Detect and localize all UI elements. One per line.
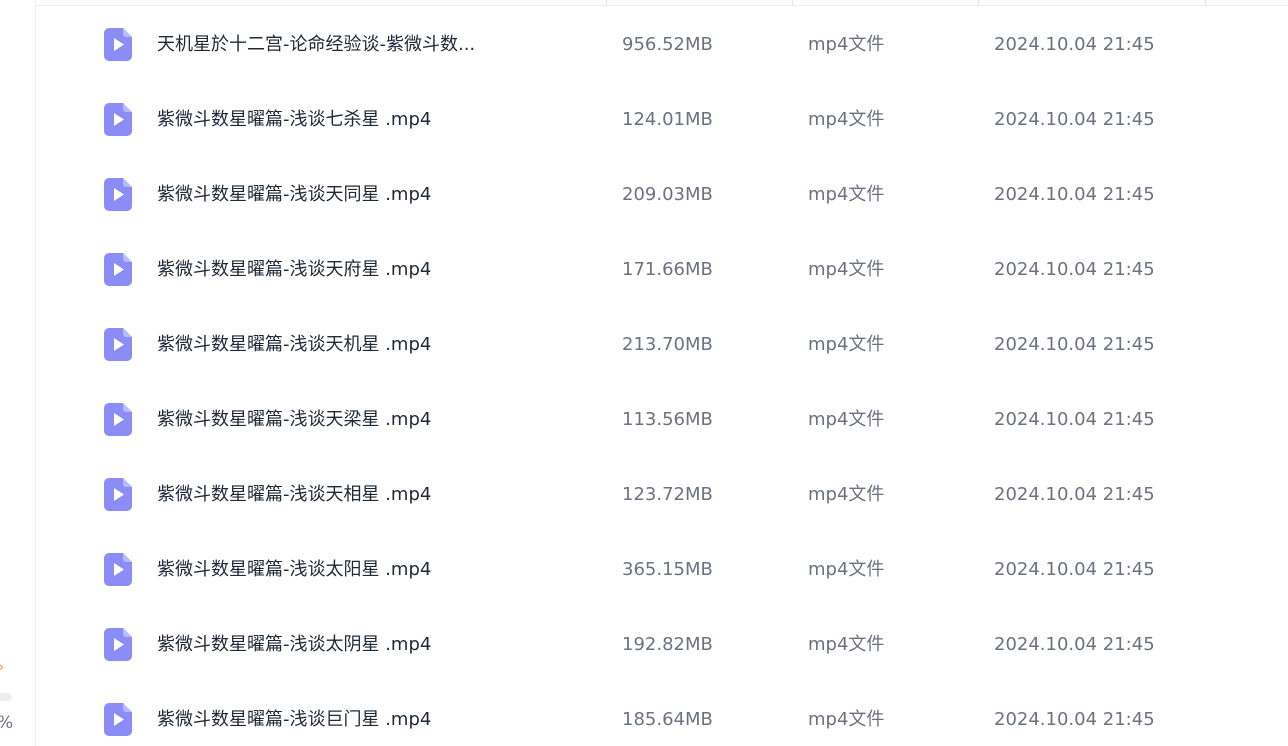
video-file-icon xyxy=(104,328,132,361)
file-type: mp4文件 xyxy=(808,34,885,55)
video-file-icon xyxy=(104,178,132,211)
file-name[interactable]: 紫微斗数星曜篇-浅谈天府星 .mp4 xyxy=(157,232,431,307)
file-size: 365.15MB xyxy=(622,559,713,580)
file-row[interactable]: 紫微斗数星曜篇-浅谈天机星 .mp4 213.70MB mp4文件 2024.1… xyxy=(36,307,1288,382)
file-name[interactable]: 紫微斗数星曜篇-浅谈天同星 .mp4 xyxy=(157,157,431,232)
file-size: 171.66MB xyxy=(622,259,713,280)
file-row[interactable]: 紫微斗数星曜篇-浅谈太阳星 .mp4 365.15MB mp4文件 2024.1… xyxy=(36,532,1288,607)
file-modified-date: 2024.10.04 21:45 xyxy=(994,109,1155,130)
file-row[interactable]: 紫微斗数星曜篇-浅谈七杀星 .mp4 124.01MB mp4文件 2024.1… xyxy=(36,82,1288,157)
column-divider xyxy=(978,0,979,5)
file-type: mp4文件 xyxy=(808,184,885,205)
file-modified-date: 2024.10.04 21:45 xyxy=(994,259,1155,280)
file-row[interactable]: 紫微斗数星曜篇-浅谈巨门星 .mp4 185.64MB mp4文件 2024.1… xyxy=(36,682,1288,746)
video-file-icon xyxy=(104,103,132,136)
file-modified-date: 2024.10.04 21:45 xyxy=(994,409,1155,430)
file-name[interactable]: 紫微斗数星曜篇-浅谈太阴星 .mp4 xyxy=(157,607,431,682)
file-name[interactable]: 紫微斗数星曜篇-浅谈巨门星 .mp4 xyxy=(157,682,431,746)
video-file-icon xyxy=(104,703,132,736)
file-type: mp4文件 xyxy=(808,559,885,580)
file-size: 956.52MB xyxy=(622,34,713,55)
video-file-icon xyxy=(104,403,132,436)
column-divider xyxy=(1205,0,1206,5)
storage-percent-label: % xyxy=(0,713,13,733)
storage-progress-bar xyxy=(0,693,12,701)
file-modified-date: 2024.10.04 21:45 xyxy=(994,334,1155,355)
file-modified-date: 2024.10.04 21:45 xyxy=(994,634,1155,655)
file-row[interactable]: 天机星於十二宫-论命经验谈-紫微斗数... 956.52MB mp4文件 202… xyxy=(36,7,1288,82)
file-row[interactable]: 紫微斗数星曜篇-浅谈太阴星 .mp4 192.82MB mp4文件 2024.1… xyxy=(36,607,1288,682)
file-name[interactable]: 紫微斗数星曜篇-浅谈天相星 .mp4 xyxy=(157,457,431,532)
file-name[interactable]: 紫微斗数星曜篇-浅谈天梁星 .mp4 xyxy=(157,382,431,457)
sidebar-strip: › % xyxy=(0,0,36,746)
file-modified-date: 2024.10.04 21:45 xyxy=(994,559,1155,580)
header-divider xyxy=(36,5,1288,6)
file-row[interactable]: 紫微斗数星曜篇-浅谈天同星 .mp4 209.03MB mp4文件 2024.1… xyxy=(36,157,1288,232)
column-divider xyxy=(606,0,607,5)
file-size: 209.03MB xyxy=(622,184,713,205)
file-modified-date: 2024.10.04 21:45 xyxy=(994,34,1155,55)
file-type: mp4文件 xyxy=(808,484,885,505)
file-type: mp4文件 xyxy=(808,409,885,430)
file-name[interactable]: 紫微斗数星曜篇-浅谈天机星 .mp4 xyxy=(157,307,431,382)
file-size: 185.64MB xyxy=(622,709,713,730)
column-divider xyxy=(792,0,793,5)
file-row[interactable]: 紫微斗数星曜篇-浅谈天府星 .mp4 171.66MB mp4文件 2024.1… xyxy=(36,232,1288,307)
file-size: 124.01MB xyxy=(622,109,713,130)
file-name[interactable]: 紫微斗数星曜篇-浅谈七杀星 .mp4 xyxy=(157,82,431,157)
chevron-right-icon[interactable]: › xyxy=(0,658,10,676)
file-modified-date: 2024.10.04 21:45 xyxy=(994,184,1155,205)
file-type: mp4文件 xyxy=(808,709,885,730)
file-row[interactable]: 紫微斗数星曜篇-浅谈天相星 .mp4 123.72MB mp4文件 2024.1… xyxy=(36,457,1288,532)
file-type: mp4文件 xyxy=(808,109,885,130)
file-list: 天机星於十二宫-论命经验谈-紫微斗数... 956.52MB mp4文件 202… xyxy=(36,0,1288,746)
file-type: mp4文件 xyxy=(808,334,885,355)
video-file-icon xyxy=(104,478,132,511)
file-name[interactable]: 天机星於十二宫-论命经验谈-紫微斗数... xyxy=(157,7,475,82)
video-file-icon xyxy=(104,28,132,61)
file-row[interactable]: 紫微斗数星曜篇-浅谈天梁星 .mp4 113.56MB mp4文件 2024.1… xyxy=(36,382,1288,457)
file-modified-date: 2024.10.04 21:45 xyxy=(994,484,1155,505)
file-size: 213.70MB xyxy=(622,334,713,355)
file-type: mp4文件 xyxy=(808,259,885,280)
file-modified-date: 2024.10.04 21:45 xyxy=(994,709,1155,730)
file-name[interactable]: 紫微斗数星曜篇-浅谈太阳星 .mp4 xyxy=(157,532,431,607)
file-size: 192.82MB xyxy=(622,634,713,655)
video-file-icon xyxy=(104,253,132,286)
file-type: mp4文件 xyxy=(808,634,885,655)
video-file-icon xyxy=(104,553,132,586)
file-size: 113.56MB xyxy=(622,409,713,430)
file-size: 123.72MB xyxy=(622,484,713,505)
video-file-icon xyxy=(104,628,132,661)
